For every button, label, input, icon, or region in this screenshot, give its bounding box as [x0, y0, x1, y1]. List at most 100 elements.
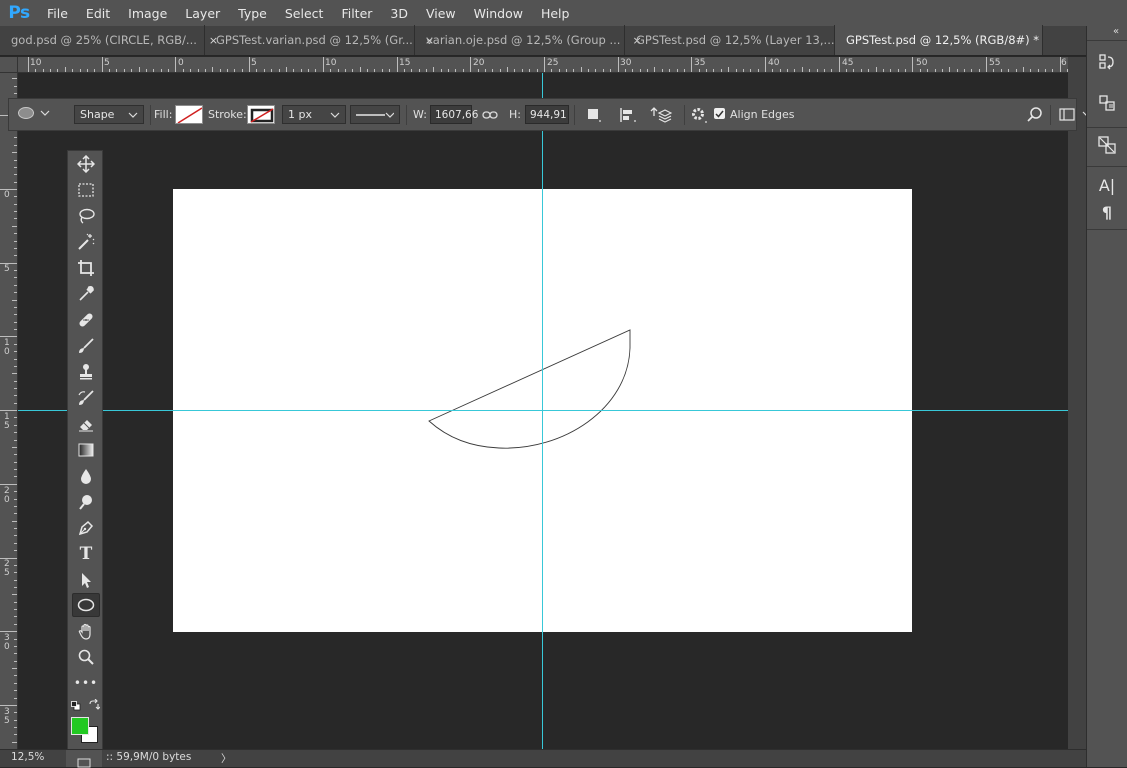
- document-tab-bar: god.psd @ 25% (CIRCLE, RGB/... × GPSTest…: [0, 25, 1086, 56]
- eraser-tool[interactable]: [72, 412, 100, 436]
- rectangular-marquee-icon: [78, 183, 94, 197]
- chevron-down-icon: [128, 112, 138, 118]
- ruler-label: 3 0: [4, 633, 10, 652]
- default-colors-icon[interactable]: [71, 701, 81, 711]
- path-alignment-icon[interactable]: [619, 107, 637, 123]
- paths-icon: [1098, 136, 1116, 154]
- menu-image[interactable]: Image: [119, 6, 176, 21]
- menu-select[interactable]: Select: [276, 6, 333, 21]
- ellipse-tool[interactable]: [72, 593, 100, 617]
- menu-help[interactable]: Help: [532, 6, 579, 21]
- vertical-scrollbar[interactable]: [1068, 57, 1086, 749]
- blur-tool[interactable]: [72, 464, 100, 488]
- hand-tool[interactable]: [72, 620, 100, 644]
- dodge-tool[interactable]: [72, 490, 100, 514]
- path-operations-icon[interactable]: [586, 107, 602, 123]
- vertical-ruler[interactable]: 0 5 1 0 1 5 2 0 2 5 3 0 3 5: [0, 57, 18, 749]
- ellipse-icon: [77, 598, 95, 612]
- gear-icon[interactable]: [690, 106, 708, 124]
- menu-window[interactable]: Window: [465, 6, 532, 21]
- ruler-label: 0: [178, 58, 184, 68]
- gradient-tool[interactable]: [72, 438, 100, 462]
- pen-tool[interactable]: [72, 516, 100, 540]
- type-tool[interactable]: T: [72, 542, 100, 566]
- divider: [1087, 229, 1127, 230]
- history-brush-tool[interactable]: [72, 386, 100, 410]
- fill-swatch[interactable]: [175, 105, 203, 124]
- marquee-tool[interactable]: [72, 178, 100, 202]
- stroke-width-value: 1 px: [288, 108, 312, 121]
- menu-file[interactable]: File: [38, 6, 77, 21]
- move-icon: [77, 155, 95, 173]
- align-edges-checkbox[interactable]: [714, 108, 725, 119]
- more-icon: •••: [73, 676, 99, 690]
- path-arrangement-icon[interactable]: [650, 106, 672, 124]
- divider: [150, 105, 151, 125]
- paragraph-panel-icon[interactable]: ¶: [1095, 201, 1119, 223]
- width-field[interactable]: 1607,66: [430, 105, 478, 124]
- tool-preset-picker[interactable]: [17, 106, 51, 120]
- foreground-color-swatch[interactable]: [71, 717, 89, 735]
- link-icon[interactable]: [482, 110, 498, 120]
- ruler-label: 6: [1061, 58, 1067, 68]
- lasso-tool[interactable]: [72, 204, 100, 228]
- fill-label: Fill:: [154, 108, 173, 121]
- doc-tab-label: GPSTest.psd @ 12,5% (Layer 13,...: [636, 33, 835, 47]
- height-field[interactable]: 944,91 p: [525, 105, 569, 124]
- paths-panel-icon[interactable]: [1095, 134, 1119, 156]
- ruler-origin[interactable]: [0, 57, 18, 73]
- collapse-panels-icon[interactable]: «: [1113, 26, 1119, 37]
- menu-edit[interactable]: Edit: [77, 6, 119, 21]
- edit-toolbar-button[interactable]: •••: [72, 671, 100, 695]
- path-selection-tool[interactable]: [72, 568, 100, 592]
- chevron-down-icon: [385, 112, 394, 118]
- status-menu-arrow[interactable]: 〉: [221, 751, 232, 766]
- doc-tab-1[interactable]: god.psd @ 25% (CIRCLE, RGB/... ×: [0, 25, 218, 55]
- tool-mode-select[interactable]: Shape: [74, 105, 144, 124]
- magic-wand-tool[interactable]: [72, 230, 100, 254]
- hand-icon: [78, 623, 91, 640]
- adjustments-panel-icon[interactable]: [1095, 92, 1119, 114]
- brush-tool[interactable]: [72, 334, 100, 358]
- stroke-type-select[interactable]: [350, 105, 400, 124]
- move-tool[interactable]: [72, 152, 100, 176]
- menu-3d[interactable]: 3D: [381, 6, 417, 21]
- stroke-width-select[interactable]: 1 px: [282, 105, 346, 124]
- ruler-label: 10: [30, 58, 42, 68]
- vertical-guide[interactable]: [542, 73, 543, 749]
- stroke-swatch[interactable]: [247, 105, 275, 124]
- ruler-label: 0: [4, 190, 10, 200]
- zoom-level[interactable]: 12,5%: [11, 751, 44, 763]
- history-panel-icon[interactable]: [1095, 51, 1119, 73]
- gradient-icon: [78, 443, 94, 457]
- menu-layer[interactable]: Layer: [176, 6, 229, 21]
- ruler-label: 30: [620, 58, 632, 68]
- doc-tab-5-active[interactable]: GPSTest.psd @ 12,5% (RGB/8#) *: [835, 25, 1043, 55]
- ruler-label: 45: [842, 58, 854, 68]
- toolbox-bottom: [66, 750, 102, 768]
- horizontal-ruler[interactable]: 10 5 0 5 10 15 20 25 30 35 40 45 50 55 6: [18, 57, 1068, 73]
- doc-tab-2[interactable]: GPSTest.varian.psd @ 12,5% (Gr... ×: [205, 25, 434, 55]
- character-panel-icon[interactable]: A|: [1095, 174, 1119, 196]
- zoom-tool[interactable]: [72, 645, 100, 669]
- ruler-label: 5: [104, 58, 110, 68]
- swap-colors-icon[interactable]: [88, 699, 100, 711]
- ruler-label: 35: [694, 58, 706, 68]
- dodge-icon: [79, 495, 92, 510]
- no-fill-icon: [177, 107, 202, 123]
- crop-tool[interactable]: [72, 256, 100, 280]
- healing-brush-tool[interactable]: [72, 308, 100, 332]
- ruler-ticks: [28, 57, 1068, 72]
- search-icon[interactable]: [1026, 106, 1044, 124]
- clone-stamp-tool[interactable]: [72, 360, 100, 384]
- doc-tab-3[interactable]: varian.oje.psd @ 12,5% (Group ... ×: [415, 25, 642, 55]
- doc-tab-4[interactable]: GPSTest.psd @ 12,5% (Layer 13,... ×: [625, 25, 856, 55]
- horizontal-guide[interactable]: [18, 410, 1068, 411]
- right-panel-dock: « A| ¶: [1086, 26, 1127, 767]
- history-icon: [1099, 54, 1114, 70]
- tool-mode-value: Shape: [80, 108, 115, 121]
- menu-view[interactable]: View: [417, 6, 465, 21]
- menu-filter[interactable]: Filter: [332, 6, 381, 21]
- eyedropper-tool[interactable]: [72, 282, 100, 306]
- menu-type[interactable]: Type: [229, 6, 276, 21]
